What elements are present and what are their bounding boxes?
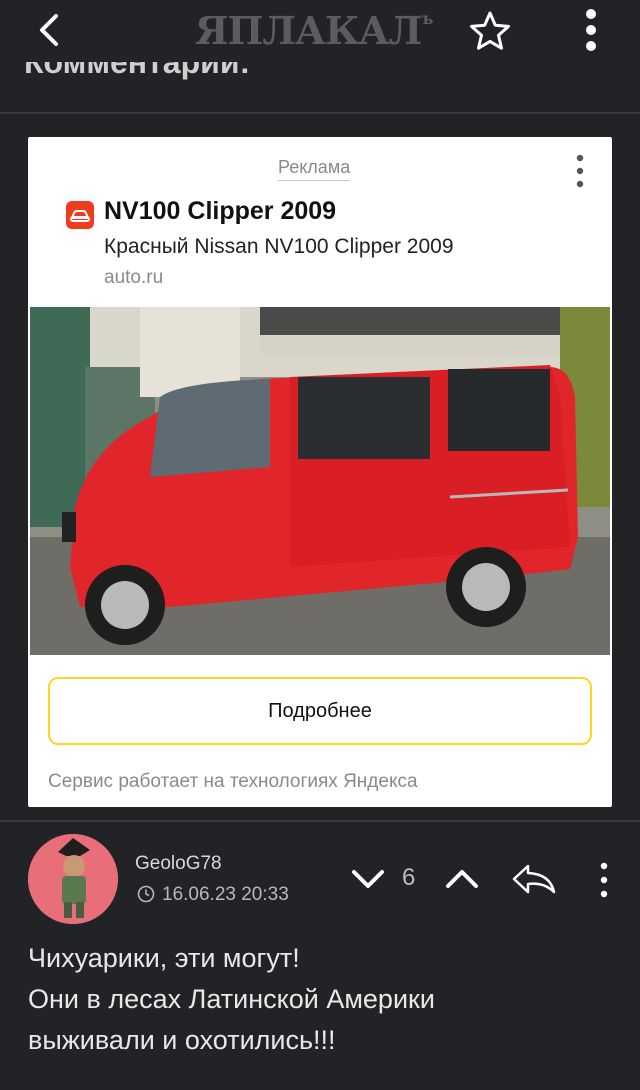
avatar[interactable] — [28, 834, 118, 924]
ad-menu-icon[interactable] — [570, 153, 590, 189]
ad-footer: Сервис работает на технологиях Яндекса — [48, 771, 418, 792]
logo-suffix: ъ — [421, 9, 433, 28]
chevron-down-icon[interactable] — [350, 864, 386, 894]
ad-label: Реклама — [278, 157, 351, 181]
ad-card[interactable]: Реклама NV100 Clipper 2009 Красный Nissa… — [28, 137, 612, 807]
divider — [0, 820, 640, 822]
kebab-menu-icon[interactable] — [574, 6, 608, 54]
comment-line: Они в лесах Латинской Америки — [28, 984, 435, 1014]
reply-icon[interactable] — [510, 860, 558, 898]
comment-line: Чихуарики, эти могут! — [28, 943, 300, 973]
chevron-left-icon[interactable] — [30, 10, 70, 50]
star-icon[interactable] — [468, 9, 512, 53]
ad-domain[interactable]: auto.ru — [104, 267, 163, 289]
logo-text: ЯПЛАКАЛ — [195, 8, 422, 53]
chevron-up-icon[interactable] — [444, 864, 480, 894]
ad-photo[interactable] — [30, 307, 610, 655]
timestamp: 16.06.23 20:33 — [162, 884, 289, 905]
top-bar: ЯПЛАКАЛъ — [0, 0, 640, 62]
divider — [0, 112, 640, 114]
username[interactable]: GeoloG78 — [135, 853, 222, 875]
clock-icon — [137, 885, 155, 903]
comment-menu-icon[interactable] — [594, 860, 614, 900]
comment-line: выживали и охотились!!! — [28, 1025, 336, 1055]
rating-count: 6 — [402, 864, 416, 891]
site-logo[interactable]: ЯПЛАКАЛъ — [195, 8, 445, 54]
car-icon — [66, 201, 94, 229]
comment-text: Чихуарики, эти могут! Они в лесах Латинс… — [28, 938, 618, 1061]
ad-subtitle: Красный Nissan NV100 Clipper 2009 — [104, 235, 454, 258]
more-button[interactable]: Подробнее — [48, 677, 592, 745]
ad-title[interactable]: NV100 Clipper 2009 — [104, 197, 336, 226]
